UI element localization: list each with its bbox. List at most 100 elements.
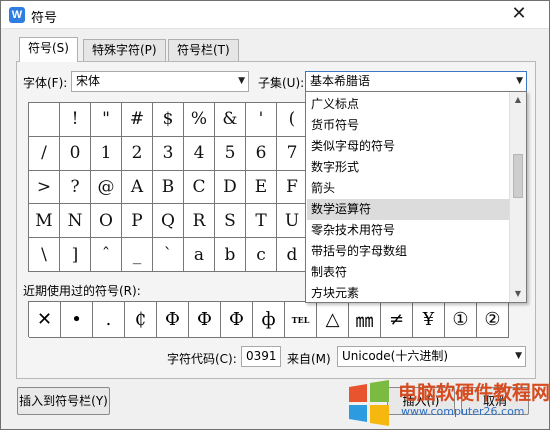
symbol-cell[interactable]: 1 xyxy=(91,136,122,171)
subset-option[interactable]: 制表符 xyxy=(307,262,510,283)
recent-symbol-cell[interactable]: ② xyxy=(477,302,509,338)
subset-option[interactable]: 类似字母的符号 xyxy=(307,136,510,157)
symbol-cell[interactable]: ] xyxy=(60,238,91,272)
recent-symbol-cell[interactable]: ≠ xyxy=(381,302,413,338)
insert-to-bar-button[interactable]: 插入到符号栏(Y) xyxy=(17,387,110,415)
subset-option[interactable]: 零杂技术用符号 xyxy=(307,220,510,241)
recent-symbol-cell[interactable]: Ф xyxy=(189,302,221,338)
chevron-down-icon: ▼ xyxy=(238,76,245,86)
chevron-down-icon: ▼ xyxy=(515,351,522,361)
symbol-cell[interactable]: 5 xyxy=(215,136,246,171)
recent-symbol-cell[interactable]: ₵ xyxy=(125,302,157,338)
subset-option[interactable]: 数学运算符 xyxy=(307,199,510,220)
font-select[interactable]: 宋体 ▼ xyxy=(71,71,249,92)
close-icon[interactable]: ✕ xyxy=(507,3,531,25)
watermark-site-name: 电脑软硬件教程网 xyxy=(398,382,550,404)
symbol-cell[interactable]: C xyxy=(184,170,215,205)
subset-dropdown: 广义标点 货币符号 类似字母的符号 数字形式 箭头 数学运算符 零杂技术用符号 带括号的字母数… xyxy=(305,91,527,303)
symbol-cell[interactable]: ' xyxy=(246,103,277,137)
subset-option[interactable]: 箭头 xyxy=(307,178,510,199)
symbol-cell[interactable] xyxy=(29,103,60,137)
scroll-up-icon[interactable]: ▲ xyxy=(510,92,526,108)
symbol-cell[interactable]: $ xyxy=(153,103,184,137)
symbol-cell[interactable]: b xyxy=(215,238,246,272)
symbol-cell[interactable]: ! xyxy=(60,103,91,137)
symbol-cell[interactable]: ` xyxy=(153,238,184,272)
symbol-cell[interactable]: ( xyxy=(277,103,308,137)
symbol-cell[interactable]: B xyxy=(153,170,184,205)
subset-option[interactable]: 方块元素 xyxy=(307,283,510,304)
symbol-cell[interactable]: F xyxy=(277,170,308,205)
symbol-cell[interactable]: a xyxy=(184,238,215,272)
recent-symbol-cell[interactable]: Ф xyxy=(157,302,189,338)
symbol-cell[interactable]: N xyxy=(60,204,91,239)
recent-symbols: ✕ •. ₵ Ф Ф Фф TEL △ ㎜ ≠ ¥ ① ② xyxy=(28,301,509,338)
from-select[interactable]: Unicode(十六进制) ▼ xyxy=(337,346,526,367)
symbol-cell[interactable]: 6 xyxy=(246,136,277,171)
recent-symbol-cell[interactable]: ① xyxy=(445,302,477,338)
scroll-thumb[interactable] xyxy=(513,154,523,198)
symbol-cell[interactable]: 3 xyxy=(153,136,184,171)
symbol-cell[interactable]: 7 xyxy=(277,136,308,171)
symbol-cell[interactable]: S xyxy=(215,204,246,239)
symbol-cell[interactable]: ˆ xyxy=(91,238,122,272)
symbol-cell[interactable]: T xyxy=(246,204,277,239)
subset-option[interactable]: 带括号的字母数组 xyxy=(307,241,510,262)
from-label: 来自(M) xyxy=(287,352,331,366)
char-code-label: 字符代码(C): xyxy=(167,352,237,366)
symbol-cell[interactable]: c xyxy=(246,238,277,272)
recent-symbol-cell[interactable]: ¥ xyxy=(413,302,445,338)
recent-symbol-cell[interactable]: △ xyxy=(317,302,349,338)
symbol-cell[interactable]: % xyxy=(184,103,215,137)
symbol-cell[interactable]: # xyxy=(122,103,153,137)
font-value: 宋体 xyxy=(76,74,101,88)
scroll-down-icon[interactable]: ▼ xyxy=(510,286,526,302)
symbol-cell[interactable]: _ xyxy=(122,238,153,272)
dropdown-scrollbar[interactable]: ▲ ▼ xyxy=(509,92,526,302)
recent-symbol-cell[interactable]: ✕ xyxy=(29,302,61,338)
subset-option[interactable]: 数字形式 xyxy=(307,157,510,178)
recent-label: 近期使用过的符号(R): xyxy=(23,284,141,298)
title-bar: W 符号 ✕ xyxy=(1,1,549,29)
recent-symbol-cell[interactable]: . xyxy=(93,302,125,338)
symbol-cell[interactable]: d xyxy=(277,238,308,272)
symbol-cell[interactable]: R xyxy=(184,204,215,239)
tab-special-chars[interactable]: 特殊字符(P) xyxy=(83,39,166,61)
symbol-cell[interactable]: O xyxy=(91,204,122,239)
recent-symbol-cell[interactable]: TEL xyxy=(285,302,317,338)
subset-select[interactable]: 基本希腊语 ▼ xyxy=(305,71,527,92)
symbol-cell[interactable]: > xyxy=(29,170,60,205)
symbol-cell[interactable]: U xyxy=(277,204,308,239)
recent-symbol-cell[interactable]: • xyxy=(61,302,93,338)
font-label: 字体(F): xyxy=(23,76,68,90)
symbol-cell[interactable]: E xyxy=(246,170,277,205)
subset-option[interactable]: 货币符号 xyxy=(307,115,510,136)
tab-symbols[interactable]: 符号(S) xyxy=(19,37,78,62)
symbol-cell[interactable]: ? xyxy=(60,170,91,205)
tab-symbol-bar[interactable]: 符号栏(T) xyxy=(168,39,239,61)
chevron-down-icon: ▼ xyxy=(516,76,523,86)
recent-symbol-cell[interactable]: ㎜ xyxy=(349,302,381,338)
symbol-cell[interactable]: & xyxy=(215,103,246,137)
symbol-cell[interactable]: / xyxy=(29,136,60,171)
subset-value: 基本希腊语 xyxy=(310,74,371,88)
symbol-cell[interactable]: M xyxy=(29,204,60,239)
symbol-dialog: W 符号 ✕ 符号(S) 特殊字符(P) 符号栏(T) 字体(F): 宋体 ▼ … xyxy=(0,0,550,430)
subset-label: 子集(U): xyxy=(258,76,305,90)
symbol-cell[interactable]: " xyxy=(91,103,122,137)
recent-symbol-cell[interactable]: Ф xyxy=(221,302,253,338)
symbol-cell[interactable]: P xyxy=(122,204,153,239)
symbol-cell[interactable]: Q xyxy=(153,204,184,239)
window-title: 符号 xyxy=(31,11,58,26)
symbol-cell[interactable]: 4 xyxy=(184,136,215,171)
symbol-cell[interactable]: D xyxy=(215,170,246,205)
symbol-cell[interactable]: \ xyxy=(29,238,60,272)
symbol-cell[interactable]: 0 xyxy=(60,136,91,171)
char-code-field[interactable]: 0391 xyxy=(241,346,281,367)
from-value: Unicode(十六进制) xyxy=(342,349,449,363)
symbol-cell[interactable]: 2 xyxy=(122,136,153,171)
recent-symbol-cell[interactable]: ф xyxy=(253,302,285,338)
symbol-cell[interactable]: @ xyxy=(91,170,122,205)
symbol-cell[interactable]: A xyxy=(122,170,153,205)
subset-option[interactable]: 广义标点 xyxy=(307,94,510,115)
